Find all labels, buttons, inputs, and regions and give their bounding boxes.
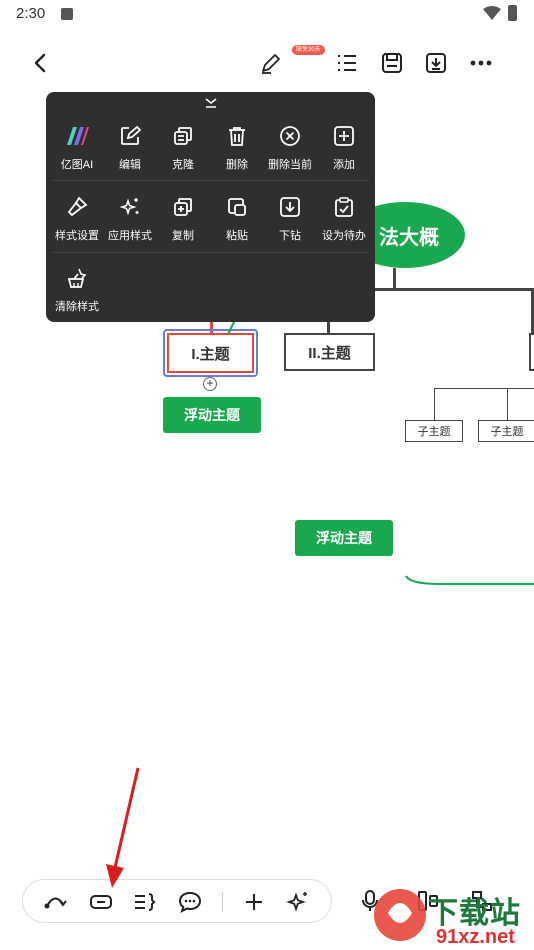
menu-divider (52, 252, 369, 253)
topic-box-icon[interactable] (89, 890, 113, 914)
top-toolbar (0, 40, 534, 86)
todo-icon (332, 195, 356, 219)
notification-icon (61, 8, 73, 20)
delete-current-icon (278, 124, 302, 148)
main-topic-1[interactable]: I.主题 (167, 333, 254, 373)
battery-icon (508, 5, 517, 21)
download-icon[interactable] (423, 50, 449, 76)
menu-delete-current[interactable]: 删除当前 (264, 122, 316, 180)
edit-icon (118, 124, 142, 148)
expand-plus-icon[interactable]: + (203, 377, 217, 391)
save-icon[interactable] (379, 50, 405, 76)
collapse-chevron-icon[interactable] (204, 96, 218, 110)
status-time: 2:30 (16, 5, 46, 22)
menu-edit[interactable]: 编辑 (104, 122, 156, 180)
curve-connector (405, 575, 534, 585)
watermark-url: 91xz.net (436, 926, 515, 948)
menu-ai[interactable]: 亿图AI (51, 122, 103, 180)
menu-add[interactable]: 添加 (318, 122, 370, 180)
menu-divider (52, 180, 369, 181)
clone-icon (171, 124, 195, 148)
menu-copy[interactable]: 复制 (157, 193, 209, 251)
add-icon (332, 124, 356, 148)
menu-style-settings[interactable]: 样式设置 (51, 193, 103, 251)
drill-down-icon (278, 195, 302, 219)
toolbar-divider (222, 892, 223, 912)
sub-topic-1[interactable]: 子主题 (405, 420, 463, 442)
sparkle-icon (118, 195, 142, 219)
pen-icon[interactable] (258, 50, 284, 76)
ai-logo-icon (65, 124, 89, 148)
promo-badge: 限免30天 (292, 45, 325, 55)
summary-icon[interactable] (133, 890, 157, 914)
connector-line (393, 268, 396, 290)
clear-style-icon (65, 266, 89, 290)
connector-line (434, 388, 534, 389)
comment-icon[interactable] (178, 890, 202, 914)
main-topic-2[interactable]: II.主题 (284, 333, 375, 371)
menu-delete[interactable]: 删除 (211, 122, 263, 180)
menu-paste[interactable]: 粘贴 (211, 193, 263, 251)
plus-icon[interactable] (242, 890, 266, 914)
status-bar: 2:30 (0, 0, 534, 28)
bottom-toolbar (22, 879, 332, 923)
wifi-icon (483, 6, 501, 20)
menu-clear-style[interactable]: 清除样式 (51, 264, 103, 322)
sub-topic-2[interactable]: 子主题 (478, 420, 534, 442)
back-icon[interactable] (27, 50, 53, 76)
more-icon[interactable] (468, 50, 494, 76)
menu-clone[interactable]: 克隆 (157, 122, 209, 180)
floating-topic-2[interactable]: 浮动主题 (295, 520, 393, 556)
relation-curve (227, 321, 235, 335)
trash-icon (225, 124, 249, 148)
menu-set-todo[interactable]: 设为待办 (318, 193, 370, 251)
magic-icon[interactable] (286, 890, 310, 914)
context-menu: 亿图AI 编辑 克隆 删除 删除当前 添加 样式设置 应用样式 复制 粘贴 下钻… (46, 92, 375, 322)
copy-icon (171, 195, 195, 219)
menu-apply-style[interactable]: 应用样式 (104, 193, 156, 251)
outline-list-icon[interactable] (334, 50, 360, 76)
connector-line (507, 388, 508, 420)
connector-line (434, 388, 435, 420)
menu-drill-down[interactable]: 下钻 (264, 193, 316, 251)
main-topic-3-partial[interactable] (529, 333, 534, 371)
style-brush-icon (65, 195, 89, 219)
floating-topic-1[interactable]: 浮动主题 (163, 397, 261, 433)
paste-icon (225, 195, 249, 219)
relation-curve-icon[interactable] (43, 890, 67, 914)
